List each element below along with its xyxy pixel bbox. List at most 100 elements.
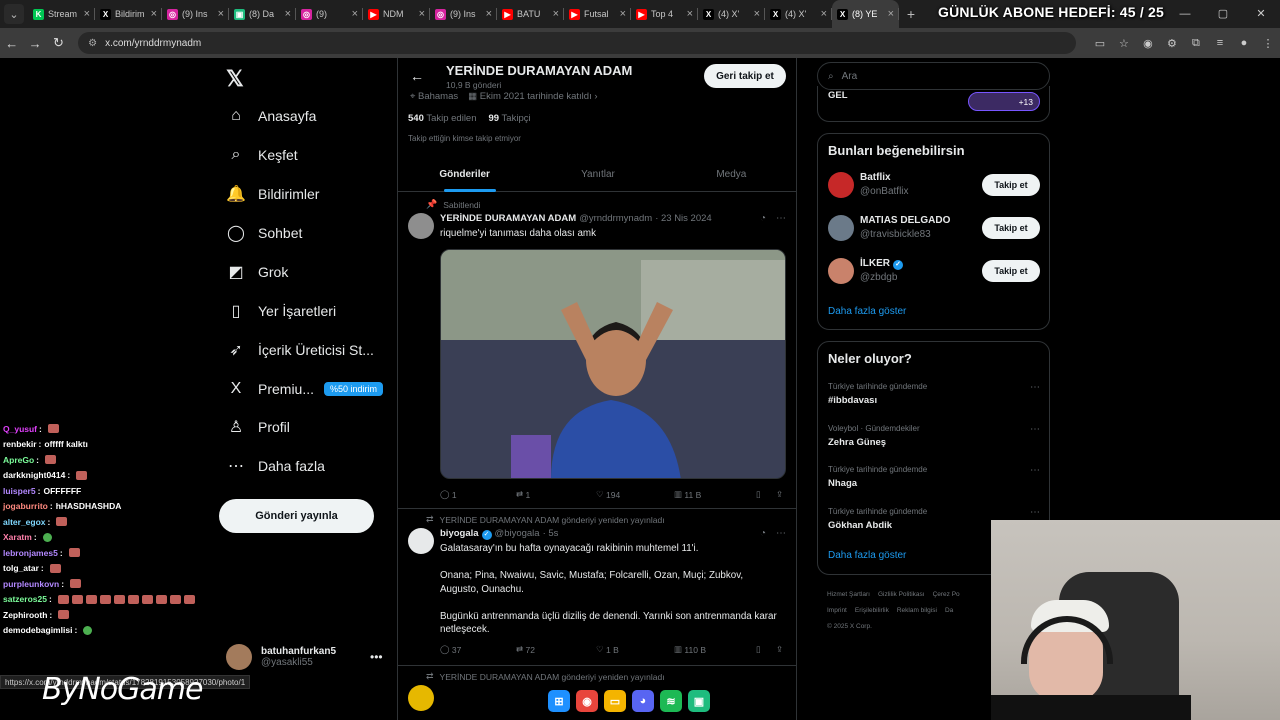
footer-link[interactable]: Reklam bilgisi (897, 607, 937, 614)
tweet-repost[interactable]: ⇄ YERİNDE DURAMAYAN ADAM gönderiyi yenide… (398, 510, 796, 666)
suggested-account[interactable]: Batflix @onBatflix Takip et (828, 170, 1040, 204)
trend-item[interactable]: Voleybol · Gündemdekiler Zehra Güneş ⋯ (828, 424, 1040, 454)
more-icon[interactable]: ⋯ (1030, 424, 1040, 435)
more-icon[interactable]: ⋯ (776, 528, 786, 539)
taskbar-discord-icon[interactable]: ◕ (632, 690, 654, 712)
space-listeners-pill[interactable]: +13 (968, 92, 1040, 111)
suggested-account[interactable]: İLKER ✓ @zbdgb Takip et (828, 256, 1040, 290)
browser-tab[interactable]: X (4) X' × (765, 0, 832, 28)
sidebar-item-bookmarks[interactable]: ▯ Yer İşaretleri (226, 296, 336, 326)
tab-search-icon[interactable]: ⌄ (4, 4, 24, 24)
tab-close-icon[interactable]: × (218, 8, 224, 20)
more-icon[interactable]: ⋯ (776, 213, 786, 224)
avatar[interactable] (828, 258, 854, 284)
taskbar-app-green-icon[interactable]: ▣ (688, 690, 710, 712)
tab-close-icon[interactable]: × (888, 8, 894, 20)
back-icon[interactable]: ← (0, 36, 23, 51)
follow-button[interactable]: Takip et (982, 174, 1040, 196)
tab-close-icon[interactable]: × (352, 8, 358, 20)
tweet-author-name[interactable]: YERİNDE DURAMAYAN ADAM (440, 213, 576, 224)
new-tab-button[interactable]: + (899, 6, 923, 22)
back-arrow-icon[interactable]: ← (410, 68, 424, 84)
browser-tab[interactable]: ▶ Futsal × (564, 0, 631, 28)
share-icon[interactable]: ⇪ (776, 644, 783, 655)
taskbar-windows-start-icon[interactable]: ⊞ (548, 690, 570, 712)
footer-link[interactable]: Hizmet Şartları (827, 591, 870, 598)
browser-tab[interactable]: ▣ (8) Da × (229, 0, 296, 28)
trend-item[interactable]: Türkiye tarihinde gündemde #ibbdavası ⋯ (828, 382, 1040, 412)
browser-tab[interactable]: ▶ Top 4 × (631, 0, 698, 28)
browser-tab[interactable]: ◎ (9) Ins × (430, 0, 497, 28)
close-window-icon[interactable]: ✕ (1242, 0, 1280, 28)
bookmark-star-icon[interactable]: ☆ (1112, 37, 1136, 50)
sidebar-item-profile[interactable]: ♙ Profil (226, 412, 290, 442)
avatar[interactable] (408, 528, 434, 554)
repost-button[interactable]: ⇄ 1 (516, 489, 596, 500)
browser-tab[interactable]: ▶ BATU × (497, 0, 564, 28)
avatar[interactable] (828, 215, 854, 241)
tab-close-icon[interactable]: × (553, 8, 559, 20)
show-more-link[interactable]: Daha fazla göster (828, 306, 906, 317)
bookmark-icon[interactable]: ▯ (756, 489, 776, 500)
suggested-account[interactable]: MATIAS DELGADO @travisbickle83 Takip et (828, 213, 1040, 247)
taskbar-chrome-icon[interactable]: ◉ (576, 690, 598, 712)
browser-tab[interactable]: X Bildirim × (95, 0, 162, 28)
like-button[interactable]: ♡ 1 B (596, 644, 674, 655)
sidebar-item-premium[interactable]: X Premiu... %50 indirim (226, 374, 384, 404)
account-switcher[interactable]: batuhanfurkan5 @yasakli55 (226, 644, 336, 670)
tab-close-icon[interactable]: × (419, 8, 425, 20)
post-button[interactable]: Gönderi yayınla (219, 499, 374, 533)
show-more-trends-link[interactable]: Daha fazla göster (828, 550, 906, 561)
avatar[interactable] (828, 172, 854, 198)
menu-icon[interactable]: ⋮ (1256, 37, 1280, 50)
footer-link[interactable]: Çerez Po (933, 591, 960, 598)
tab-posts[interactable]: Gönderiler (398, 158, 531, 192)
tweet-author-handle[interactable]: @yrnddrmynadm (579, 213, 652, 224)
tab-close-icon[interactable]: × (285, 8, 291, 20)
follow-back-button[interactable]: Geri takip et (704, 64, 786, 88)
sidebar-item-grok[interactable]: ◩ Grok (226, 257, 288, 287)
tweet-photo[interactable] (440, 249, 786, 479)
more-icon[interactable]: ⋯ (1030, 507, 1040, 518)
more-options-icon[interactable]: ••• (370, 650, 383, 664)
sidebar-item-home[interactable]: ⌂ Anasayfa (226, 101, 316, 131)
reply-button[interactable]: ◯ 1 (440, 489, 516, 500)
trend-item[interactable]: Türkiye tarihinde gündemde Nhaga ⋯ (828, 465, 1040, 495)
live-space-card[interactable]: GEL +13 (817, 86, 1050, 122)
tweet-time[interactable]: · 5s (543, 528, 559, 539)
tab-replies[interactable]: Yanıtlar (531, 158, 664, 191)
tweet-author-handle[interactable]: @biyogala (495, 528, 540, 539)
tab-close-icon[interactable]: × (620, 8, 626, 20)
tab-close-icon[interactable]: × (821, 8, 827, 20)
extension-audio-icon[interactable]: ◉ (1136, 37, 1160, 50)
tab-close-icon[interactable]: × (687, 8, 693, 20)
footer-link[interactable]: Da (945, 607, 953, 614)
sidebar-item-explore[interactable]: ⌕ Keşfet (226, 140, 298, 170)
tab-media[interactable]: Medya (665, 158, 796, 191)
cast-icon[interactable]: ▭ (1088, 37, 1112, 50)
followers-link[interactable]: 99 Takipçi (489, 113, 531, 124)
following-link[interactable]: 540 Takip edilen (408, 113, 477, 124)
puzzle-icon[interactable]: ⧉ (1184, 37, 1208, 50)
repost-button[interactable]: ⇄ 72 (516, 644, 596, 655)
more-icon[interactable]: ⋯ (1030, 465, 1040, 476)
taskbar-spotify-icon[interactable]: ≋ (660, 690, 682, 712)
grok-icon[interactable]: ◔ (760, 213, 766, 224)
maximize-icon[interactable]: ▢ (1204, 0, 1242, 28)
sidebar-item-more[interactable]: ⋯ Daha fazla (226, 451, 325, 481)
more-icon[interactable]: ⋯ (1030, 382, 1040, 393)
browser-tab[interactable]: X (4) X' × (698, 0, 765, 28)
sidebar-item-notifications[interactable]: 🔔 Bildirimler (226, 179, 319, 209)
grok-icon[interactable]: ◔ (760, 528, 766, 539)
tab-close-icon[interactable]: × (486, 8, 492, 20)
tab-close-icon[interactable]: × (754, 8, 760, 20)
tab-media-icon[interactable]: ≡ (1208, 37, 1232, 50)
share-icon[interactable]: ⇪ (776, 489, 783, 500)
sidebar-item-chat[interactable]: ◯ Sohbet (226, 218, 302, 248)
browser-tab[interactable]: X (8) YE × (832, 0, 899, 28)
tweet-pinned[interactable]: 📌 Sabitlendi YERİNDE DURAMAYAN ADAM @yrndd… (398, 193, 796, 509)
tweet-time[interactable]: · 23 Nis 2024 (655, 213, 712, 224)
taskbar-file-explorer-icon[interactable]: ▭ (604, 690, 626, 712)
footer-link[interactable]: Gizlilik Politikası (878, 591, 925, 598)
tab-close-icon[interactable]: × (84, 8, 90, 20)
